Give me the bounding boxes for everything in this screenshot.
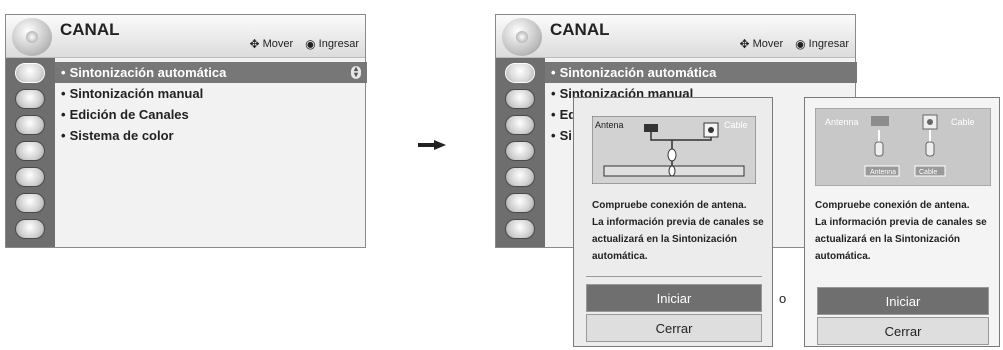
menu-item-auto-tuning[interactable]: • Sintonización automática ▴ ▾ — [55, 62, 367, 83]
time-icon[interactable] — [15, 141, 45, 161]
move-arrows-icon: ✥ — [249, 37, 260, 51]
lock-icon[interactable] — [15, 167, 45, 187]
time-icon[interactable] — [505, 141, 535, 161]
cable-label: Cable — [951, 117, 975, 127]
audio-icon[interactable] — [505, 115, 535, 135]
channel-menu-left: CANAL ✥ Mover ◉ Ingresar • Sintonización … — [5, 14, 367, 248]
divider — [586, 276, 762, 277]
or-label: o — [779, 291, 787, 306]
navigation-hints: ✥ Mover ◉ Ingresar — [740, 37, 849, 51]
menu-header: CANAL ✥ Mover ◉ Ingresar — [496, 15, 855, 58]
antenna-label: Antenna — [825, 117, 859, 127]
ok-button-icon: ◉ — [305, 37, 316, 51]
cable-label: Cable — [724, 120, 748, 130]
input-icon[interactable] — [505, 219, 535, 239]
auto-tuning-popup-a: Antena Cable Compruebe conexión de anten… — [573, 97, 773, 347]
picture-icon[interactable] — [505, 89, 535, 109]
antenna-icon — [871, 116, 889, 126]
up-down-icon: ▴ ▾ — [351, 65, 361, 79]
navigation-hints: ✥ Mover ◉ Ingresar — [250, 37, 359, 51]
antenna-cable-diagram: Antenna Cable Antenna Cable — [815, 108, 991, 186]
svg-text:Cable: Cable — [919, 169, 937, 176]
option-icon[interactable] — [505, 193, 535, 213]
close-button[interactable]: Cerrar — [586, 314, 762, 342]
right-arrow-icon — [418, 140, 446, 150]
start-button[interactable]: Iniciar — [586, 284, 762, 312]
hint-move-label: Mover — [752, 38, 784, 50]
antenna-icon — [644, 124, 658, 132]
channel-icon[interactable] — [505, 63, 535, 83]
input-icon[interactable] — [15, 219, 45, 239]
antenna-cable-diagram: Antena Cable — [592, 116, 756, 184]
menu-header: CANAL ✥ Mover ◉ Ingresar — [6, 15, 365, 58]
svg-text:Antenna: Antenna — [870, 169, 896, 176]
menu-title: CANAL — [60, 20, 120, 39]
auto-tuning-popup-b: Antenna Cable Antenna Cable Compruebe co… — [804, 97, 1000, 347]
menu-item-manual-tuning[interactable]: • Sintonización manual — [55, 83, 367, 104]
hint-enter-label: Ingresar — [808, 38, 849, 50]
satellite-dish-icon — [12, 18, 52, 56]
hint-enter-label: Ingresar — [318, 38, 359, 50]
satellite-dish-icon — [502, 18, 542, 56]
start-button[interactable]: Iniciar — [817, 287, 989, 315]
move-arrows-icon: ✥ — [739, 37, 750, 51]
sidebar — [6, 58, 55, 247]
option-icon[interactable] — [15, 193, 45, 213]
antenna-label: Antena — [595, 120, 624, 130]
channel-icon[interactable] — [15, 63, 45, 83]
sidebar — [496, 58, 545, 247]
lock-icon[interactable] — [505, 167, 535, 187]
popup-message: Compruebe conexión de antena. La informa… — [592, 200, 764, 262]
hint-move-label: Mover — [262, 38, 294, 50]
ok-button-icon: ◉ — [795, 37, 806, 51]
menu-title: CANAL — [550, 20, 610, 39]
menu-item-auto-tuning[interactable]: • Sintonización automática — [545, 62, 857, 83]
audio-icon[interactable] — [15, 115, 45, 135]
popup-message: Compruebe conexión de antena. La informa… — [815, 200, 987, 262]
menu-item-color-system[interactable]: • Sistema de color — [55, 125, 367, 146]
picture-icon[interactable] — [15, 89, 45, 109]
close-button[interactable]: Cerrar — [817, 317, 989, 345]
menu-item-channel-edit[interactable]: • Edición de Canales — [55, 104, 367, 125]
